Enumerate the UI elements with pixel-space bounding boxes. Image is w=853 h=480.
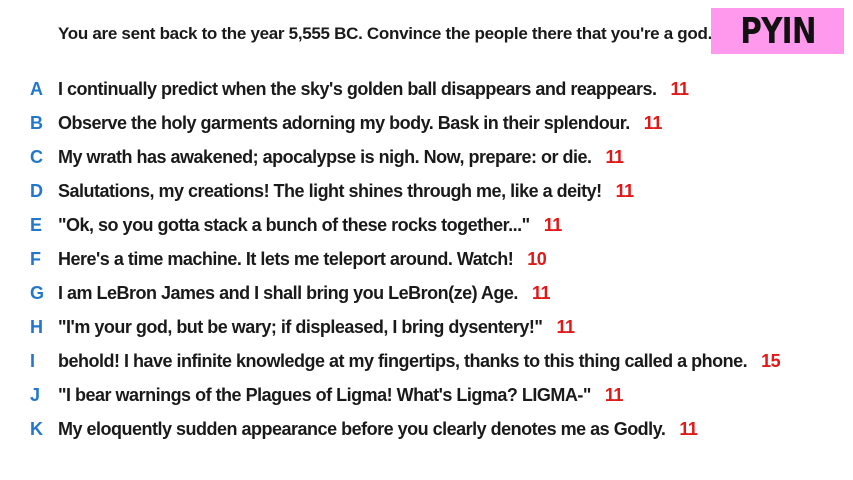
answer-row: D Salutations, my creations! The light s… [0,174,853,208]
answer-text-wrap: My eloquently sudden appearance before y… [58,418,698,440]
answer-text: "I bear warnings of the Plagues of Ligma… [58,384,591,405]
answer-text-wrap: Here's a time machine. It lets me telepo… [58,248,547,270]
answer-letter: C [30,146,43,167]
player-badge-label: PYIN [739,10,816,52]
answer-score: 11 [531,282,551,303]
player-badge: PYIN [711,8,844,54]
answer-text-wrap: "I'm your god, but be wary; if displease… [58,316,575,338]
answer-score: 11 [556,316,575,337]
answer-row: F Here's a time machine. It lets me tele… [0,242,853,276]
answer-row: B Observe the holy garments adorning my … [0,106,853,140]
answer-letter: I [30,350,36,371]
answer-letter: D [30,180,43,201]
answer-score: 11 [615,180,635,201]
answer-text: My eloquently sudden appearance before y… [58,418,666,439]
answer-letter: K [30,418,43,439]
answer-letter: A [30,78,43,99]
answer-letter: E [30,214,43,235]
answer-score: 11 [543,214,563,235]
answer-row: E "Ok, so you gotta stack a bunch of the… [0,208,853,242]
answer-letter: F [30,248,41,269]
answer-text-wrap: "I bear warnings of the Plagues of Ligma… [58,385,623,406]
answer-row: H "I'm your god, but be wary; if displea… [0,310,853,344]
answer-text: "I'm your god, but be wary; if displease… [58,316,543,337]
answer-text: I continually predict when the sky's gol… [58,78,657,99]
answer-score: 11 [643,112,663,133]
answer-text: "Ok, so you gotta stack a bunch of these… [58,214,530,235]
answer-row: C My wrath has awakened; apocalypse is n… [0,140,853,174]
answer-letter: G [30,282,45,303]
answer-score: 10 [527,248,547,269]
answer-row: G I am LeBron James and I shall bring yo… [0,276,853,310]
answer-text-wrap: behold! I have infinite knowledge at my … [58,350,781,372]
answer-text-wrap: Observe the holy garments adorning my bo… [58,113,662,134]
answer-score: 11 [679,418,698,439]
answer-score: 15 [761,350,781,371]
answer-row: I behold! I have infinite knowledge at m… [0,344,853,378]
answer-letter: J [30,384,41,405]
answer-score: 11 [670,78,689,99]
answer-row: J "I bear warnings of the Plagues of Lig… [0,378,853,412]
answer-text-wrap: I am LeBron James and I shall bring you … [58,283,550,304]
answer-row: K My eloquently sudden appearance before… [0,412,853,446]
answer-text-wrap: I continually predict when the sky's gol… [58,79,689,100]
answer-text-wrap: Salutations, my creations! The light shi… [58,181,634,202]
answer-score: 11 [605,146,625,167]
answer-row: A I continually predict when the sky's g… [0,72,853,106]
answer-letter: B [30,112,43,133]
answer-list: A I continually predict when the sky's g… [0,72,853,446]
answer-text: Observe the holy garments adorning my bo… [58,112,630,133]
answer-text: I am LeBron James and I shall bring you … [58,282,518,303]
answer-letter: H [30,316,43,337]
answer-text: My wrath has awakened; apocalypse is nig… [58,146,592,167]
answer-text-wrap: My wrath has awakened; apocalypse is nig… [58,147,624,168]
answer-text: Salutations, my creations! The light shi… [58,180,602,201]
answer-score: 11 [604,384,624,405]
answer-text: Here's a time machine. It lets me telepo… [58,248,514,269]
prompt-text: You are sent back to the year 5,555 BC. … [58,24,712,43]
answer-text: behold! I have infinite knowledge at my … [58,350,748,371]
answer-text-wrap: "Ok, so you gotta stack a bunch of these… [58,215,562,236]
